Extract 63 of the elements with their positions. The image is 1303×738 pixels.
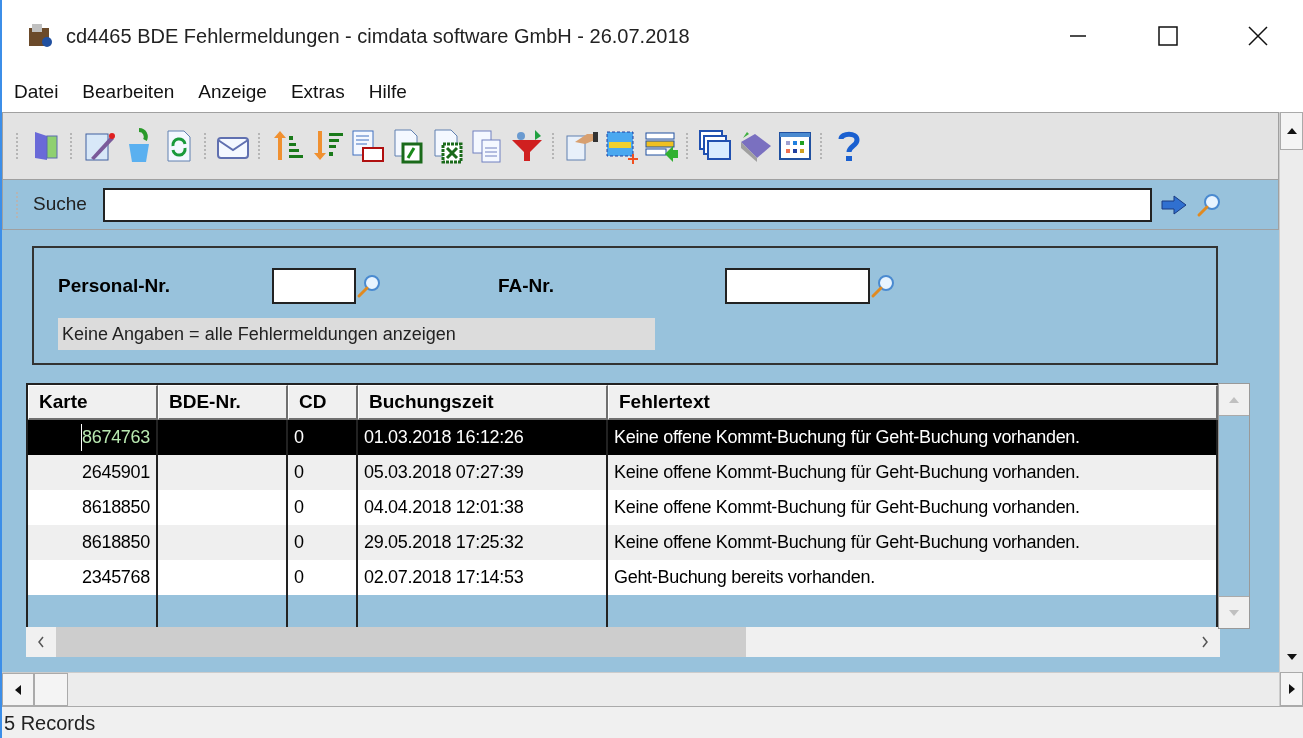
table-row[interactable]: 2645901 0 05.03.2018 07:27:39 Keine offene Kommt-Buchung für Geht-Buchung vorhanden. — [28, 455, 1218, 490]
table-cell-text: Keine offene Kommt-Buchung für Geht-Buchung vorhanden. — [614, 461, 1080, 484]
table-row[interactable]: 2345768 0 02.07.2018 17:14:53 Geht-Buchung bereits vorhanden. — [28, 560, 1218, 595]
horizontal-scrollbar[interactable] — [26, 627, 1220, 657]
column-header[interactable]: BDE-Nr. — [158, 385, 288, 420]
window-horizontal-scrollbar[interactable] — [2, 672, 1279, 706]
filter-field[interactable] — [272, 268, 356, 304]
table-cell: 8674763 — [81, 424, 150, 451]
minimize-icon — [1069, 35, 1087, 37]
search-icon[interactable] — [1196, 191, 1222, 218]
filter-field[interactable] — [725, 268, 870, 304]
table-cell-text: 0 — [294, 426, 304, 449]
scroll-right-icon[interactable] — [1287, 683, 1296, 695]
status-text: 5 Records — [4, 710, 96, 736]
column-header[interactable]: Fehlertext — [608, 385, 1218, 420]
search-field[interactable] — [102, 187, 1152, 222]
column-header[interactable]: Karte — [28, 385, 158, 420]
close-icon — [1248, 26, 1268, 46]
table-row[interactable]: 8674763 0 01.03.2018 16:12:26 Keine offene Kommt-Buchung für Geht-Buchung vorhanden. — [28, 420, 1218, 455]
table-cell-text: 02.07.2018 17:14:53 — [364, 566, 524, 589]
table-cell-text: 8618850 — [82, 531, 150, 554]
hint-text: Keine Angaben = alle Fehlermeldungen anzeigen — [58, 318, 655, 350]
scroll-down-icon[interactable] — [1285, 653, 1298, 661]
search-icon[interactable] — [870, 273, 896, 299]
search-label: Suche — [33, 192, 87, 217]
table-cell-text: 01.03.2018 16:12:26 — [364, 426, 524, 449]
table-cell-text: Geht-Buchung bereits vorhanden. — [614, 566, 875, 589]
column-header[interactable]: CD — [288, 385, 358, 420]
table-cell-text: 04.04.2018 12:01:38 — [364, 496, 524, 519]
app-icon — [26, 22, 54, 50]
table-cell-text: Keine offene Kommt-Buchung für Geht-Buchung vorhanden. — [614, 426, 1080, 449]
table-cell-text: 29.05.2018 17:25:32 — [364, 531, 524, 554]
table-cell-text: Keine offene Kommt-Buchung für Geht-Buchung vorhanden. — [614, 531, 1080, 554]
table-cell-text: 0 — [294, 496, 304, 519]
search-icon[interactable] — [356, 273, 382, 299]
menu-item[interactable]: Bearbeiten — [72, 77, 185, 107]
field-label: FA-Nr. — [498, 273, 555, 298]
scroll-up-icon[interactable] — [1285, 127, 1298, 135]
table-cell-text: Keine offene Kommt-Buchung für Geht-Buchung vorhanden. — [614, 496, 1080, 519]
table-row[interactable]: 8618850 0 29.05.2018 17:25:32 Keine offene Kommt-Buchung für Geht-Buchung vorhanden. — [28, 525, 1218, 560]
field-label: Personal-Nr. — [58, 273, 171, 298]
scroll-thumb[interactable] — [56, 627, 746, 657]
table-cell-text: 0 — [294, 566, 304, 589]
table-cell-text: 0 — [294, 461, 304, 484]
table-cell-text: 8618850 — [82, 496, 150, 519]
window-title: cd4465 BDE Fehlermeldungen - cimdata software GmbH - 26.07.2018 — [66, 24, 690, 49]
table-cell-text: 05.03.2018 07:27:39 — [364, 461, 524, 484]
table-row[interactable]: 8618850 0 04.04.2018 12:01:38 Keine offene Kommt-Buchung für Geht-Buchung vorhanden. — [28, 490, 1218, 525]
menu-item[interactable]: Anzeige — [188, 77, 277, 107]
arrow-right-icon[interactable] — [1160, 193, 1188, 216]
menu-item[interactable]: Extras — [280, 77, 355, 107]
maximize-icon — [1158, 26, 1178, 46]
scroll-right-icon[interactable] — [1201, 636, 1209, 648]
scroll-left-icon[interactable] — [14, 683, 22, 696]
window-vertical-scrollbar[interactable] — [1279, 112, 1303, 706]
column-header[interactable]: Buchungszeit — [358, 385, 608, 420]
scroll-left-icon[interactable] — [37, 636, 45, 648]
scroll-thumb[interactable] — [34, 673, 68, 706]
table-cell-text: 2345768 — [82, 566, 150, 589]
table-cell-text: 2645901 — [82, 461, 150, 484]
table-cell-text: 0 — [294, 531, 304, 554]
menu-item[interactable]: Datei — [4, 77, 69, 107]
menu-item[interactable]: Hilfe — [358, 77, 417, 107]
